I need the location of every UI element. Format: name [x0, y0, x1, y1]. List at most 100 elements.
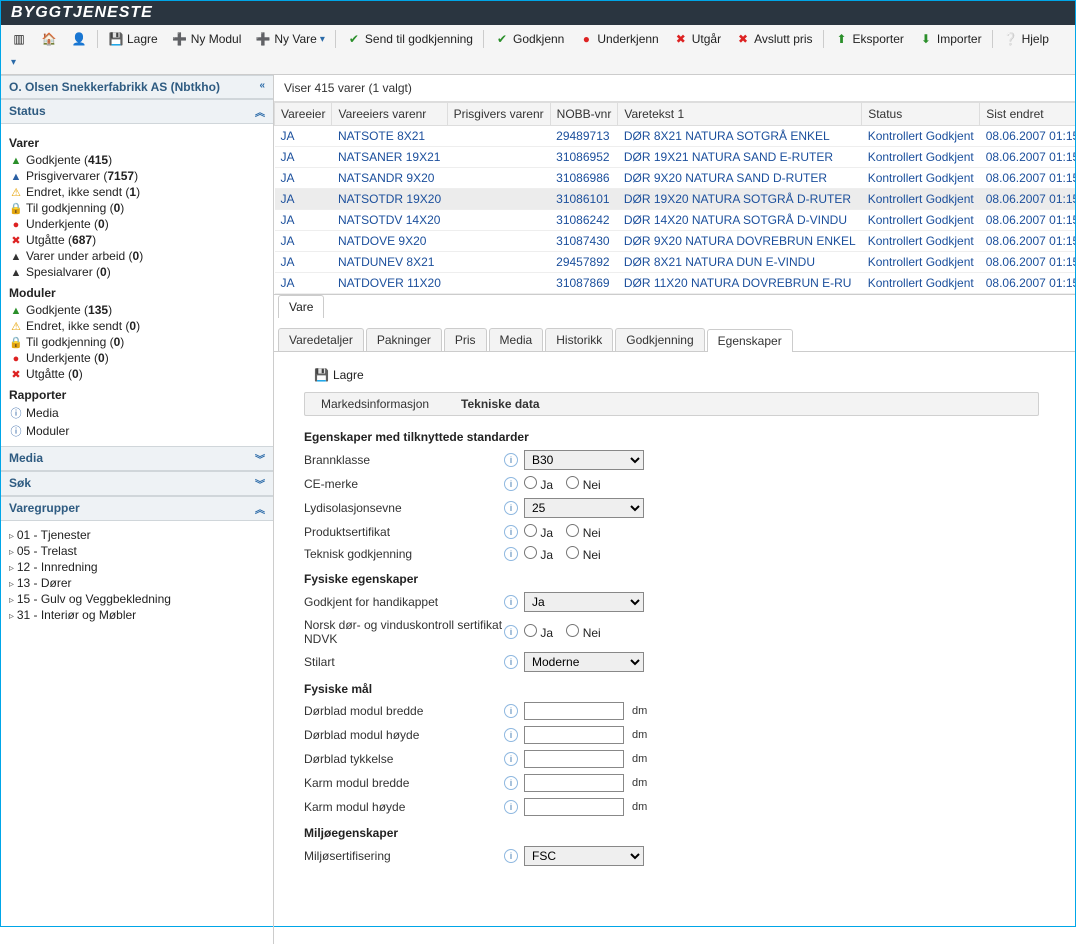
table-cell[interactable]: JA — [275, 252, 332, 273]
sidebar-item-moduler[interactable]: 🔒Til godkjenning (0) — [9, 334, 265, 350]
lagre-button[interactable]: 💾Lagre — [104, 29, 162, 49]
ny-vare-button[interactable]: ➕Ny Vare ▾ — [251, 29, 329, 49]
stilart-select[interactable]: Moderne — [524, 652, 644, 672]
sidebar-item-moduler[interactable]: ⚠Endret, ikke sendt (0) — [9, 318, 265, 334]
sidebar-item-varer[interactable]: ▲Godkjente (415) — [9, 152, 265, 168]
sidebar-item-varer[interactable]: 🔒Til godkjenning (0) — [9, 200, 265, 216]
table-cell[interactable]: DØR 9X20 NATURA DOVREBRUN ENKEL — [618, 231, 862, 252]
status-header[interactable]: Status︽ — [1, 99, 273, 124]
table-cell[interactable] — [447, 210, 550, 231]
table-cell[interactable] — [447, 252, 550, 273]
table-cell[interactable]: NATSOTDR 19X20 — [332, 189, 447, 210]
send-godkjenning-button[interactable]: ✔Send til godkjenning — [342, 29, 477, 49]
godkjenn-button[interactable]: ✔Godkjenn — [490, 29, 568, 49]
tekngod-nei-radio[interactable]: Nei — [566, 548, 600, 562]
table-cell[interactable]: DØR 11X20 NATURA DOVREBRUN E-RU — [618, 273, 862, 294]
table-cell[interactable] — [447, 273, 550, 294]
sidebar-item-varer[interactable]: ▲Varer under arbeid (0) — [9, 248, 265, 264]
table-cell[interactable]: JA — [275, 126, 332, 147]
sidebar-item-varer[interactable]: ✖Utgåtte (687) — [9, 232, 265, 248]
grid-column-header[interactable]: Prisgivers varenr — [447, 103, 550, 126]
table-cell[interactable]: 08.06.2007 01:15:07 — [980, 210, 1075, 231]
table-cell[interactable]: 08.06.2007 01:15:09 — [980, 231, 1075, 252]
table-cell[interactable]: 31087869 — [550, 273, 618, 294]
grid-column-header[interactable]: Sist endret — [980, 103, 1075, 126]
table-cell[interactable]: 29489713 — [550, 126, 618, 147]
detail-tab-pris[interactable]: Pris — [444, 328, 487, 351]
detail-tab-egenskaper[interactable]: Egenskaper — [707, 329, 793, 352]
karm-hoyde-input[interactable] — [524, 798, 624, 816]
detail-tab-media[interactable]: Media — [489, 328, 544, 351]
table-cell[interactable]: DØR 19X21 NATURA SAND E-RUTER — [618, 147, 862, 168]
handikap-select[interactable]: Ja — [524, 592, 644, 612]
table-cell[interactable]: NATDUNEV 8X21 — [332, 252, 447, 273]
info-icon[interactable]: i — [504, 752, 518, 766]
table-row[interactable]: JANATSOTDV 14X2031086242DØR 14X20 NATURA… — [275, 210, 1076, 231]
panel-toggle-button[interactable]: ▥ — [7, 29, 31, 49]
table-cell[interactable] — [447, 168, 550, 189]
table-cell[interactable]: NATDOVE 9X20 — [332, 231, 447, 252]
grid-column-header[interactable]: NOBB-vnr — [550, 103, 618, 126]
info-icon[interactable]: i — [504, 776, 518, 790]
importer-button[interactable]: ⬇Importer — [914, 29, 986, 49]
sidebar-item-rapporter[interactable]: ⓘModuler — [9, 422, 265, 440]
table-cell[interactable]: 31087430 — [550, 231, 618, 252]
sidebar-item-rapporter[interactable]: ⓘMedia — [9, 404, 265, 422]
info-icon[interactable]: i — [504, 800, 518, 814]
table-cell[interactable]: Kontrollert Godkjent — [862, 147, 980, 168]
subtab-tekniske-data[interactable]: Tekniske data — [445, 393, 555, 415]
table-cell[interactable]: DØR 8X21 NATURA SOTGRÅ ENKEL — [618, 126, 862, 147]
ndvk-nei-radio[interactable]: Nei — [566, 626, 600, 640]
sok-header[interactable]: Søk︾ — [1, 471, 273, 496]
table-cell[interactable] — [447, 126, 550, 147]
sidebar-item-varer[interactable]: ▲Spesialvarer (0) — [9, 264, 265, 280]
table-cell[interactable]: 31086242 — [550, 210, 618, 231]
table-cell[interactable] — [447, 231, 550, 252]
home-button[interactable]: 🏠 — [37, 29, 61, 49]
underkjenn-button[interactable]: ●Underkjenn — [574, 29, 662, 49]
dorblad-tykkelse-input[interactable] — [524, 750, 624, 768]
table-cell[interactable]: Kontrollert Godkjent — [862, 126, 980, 147]
table-row[interactable]: JANATSANDR 9X2031086986DØR 9X20 NATURA S… — [275, 168, 1076, 189]
ndvk-ja-radio[interactable]: Ja — [524, 626, 553, 640]
table-cell[interactable]: Kontrollert Godkjent — [862, 210, 980, 231]
table-cell[interactable]: 31086101 — [550, 189, 618, 210]
table-cell[interactable]: JA — [275, 210, 332, 231]
prodsert-ja-radio[interactable]: Ja — [524, 526, 553, 540]
info-icon[interactable]: i — [504, 595, 518, 609]
ce-ja-radio[interactable]: Ja — [524, 478, 553, 492]
table-row[interactable]: JANATDUNEV 8X21 29457892DØR 8X21 NATURA D… — [275, 252, 1076, 273]
table-cell[interactable]: DØR 8X21 NATURA DUN E-VINDU — [618, 252, 862, 273]
table-cell[interactable]: JA — [275, 189, 332, 210]
utgar-button[interactable]: ✖Utgår — [669, 29, 725, 49]
karm-bredde-input[interactable] — [524, 774, 624, 792]
detail-tab-historikk[interactable]: Historikk — [545, 328, 613, 351]
table-cell[interactable]: Kontrollert Godkjent — [862, 168, 980, 189]
tree-node[interactable]: 01 - Tjenester — [9, 527, 265, 543]
eksporter-button[interactable]: ⬆Eksporter — [830, 29, 908, 49]
table-cell[interactable]: Kontrollert Godkjent — [862, 231, 980, 252]
info-icon[interactable]: i — [504, 849, 518, 863]
info-icon[interactable]: i — [504, 525, 518, 539]
tree-node[interactable]: 05 - Trelast — [9, 543, 265, 559]
grid-column-header[interactable]: Status — [862, 103, 980, 126]
table-cell[interactable]: NATDOVER 11X20 — [332, 273, 447, 294]
grid-column-header[interactable]: Vareeiers varenr — [332, 103, 447, 126]
varegrupper-header[interactable]: Varegrupper︽ — [1, 496, 273, 521]
sidebar-item-varer[interactable]: ▲Prisgivervarer (7157) — [9, 168, 265, 184]
table-cell[interactable]: Kontrollert Godkjent — [862, 189, 980, 210]
table-cell[interactable]: DØR 19X20 NATURA SOTGRÅ D-RUTER — [618, 189, 862, 210]
avslutt-pris-button[interactable]: ✖Avslutt pris — [731, 29, 816, 49]
prodsert-nei-radio[interactable]: Nei — [566, 526, 600, 540]
table-cell[interactable]: Kontrollert Godkjent — [862, 273, 980, 294]
lydisolasjon-select[interactable]: 25 — [524, 498, 644, 518]
media-header[interactable]: Media︾ — [1, 446, 273, 471]
tekngod-ja-radio[interactable]: Ja — [524, 548, 553, 562]
table-cell[interactable]: 08.06.2007 01:15:08 — [980, 168, 1075, 189]
table-cell[interactable]: Kontrollert Godkjent — [862, 252, 980, 273]
table-cell[interactable]: 08.06.2007 01:15:07 — [980, 147, 1075, 168]
tree-node[interactable]: 15 - Gulv og Veggbekledning — [9, 591, 265, 607]
table-cell[interactable]: DØR 9X20 NATURA SAND D-RUTER — [618, 168, 862, 189]
table-cell[interactable]: 29457892 — [550, 252, 618, 273]
sidebar-item-moduler[interactable]: ✖Utgåtte (0) — [9, 366, 265, 382]
